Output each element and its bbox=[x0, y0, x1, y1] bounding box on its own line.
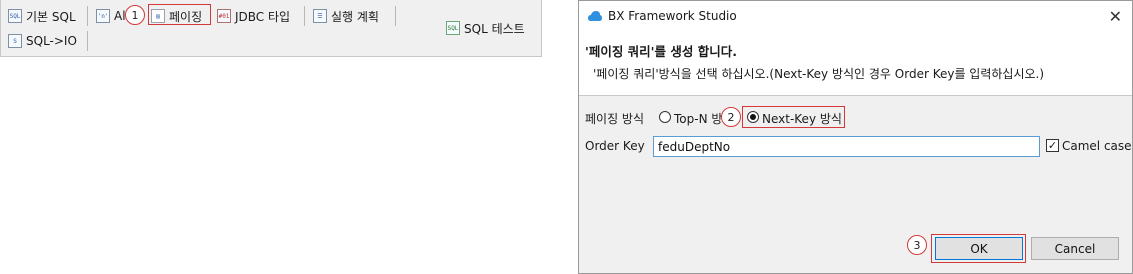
all-button[interactable]: 'n' Al bbox=[96, 5, 126, 27]
banner-description: '페이징 쿼리'방식을 선택 하십시오.(Next-Key 방식인 경우 Ord… bbox=[593, 67, 1045, 81]
sql-toolbar: SQL 기본 SQL 'n' Al 1 ▤ 페이징 #01 JDBC 타입 ☰ … bbox=[0, 0, 542, 57]
basic-sql-button[interactable]: SQL 기본 SQL bbox=[8, 5, 76, 27]
quote-icon: 'n' bbox=[96, 9, 110, 23]
step-2-marker: 2 bbox=[721, 107, 741, 127]
document-icon: ▤ bbox=[151, 9, 165, 23]
step-3-marker: 3 bbox=[907, 235, 927, 255]
sql-test-button[interactable]: SQL SQL 테스트 bbox=[446, 17, 525, 39]
sql-io-label: SQL->IO bbox=[26, 34, 77, 48]
dialog-title: BX Framework Studio bbox=[608, 9, 737, 23]
camel-case-label[interactable]: Camel case bbox=[1062, 139, 1132, 153]
all-label: Al bbox=[114, 9, 126, 23]
toolbar-separator bbox=[395, 6, 396, 26]
ok-button[interactable]: OK bbox=[935, 237, 1023, 260]
order-key-input[interactable] bbox=[653, 136, 1040, 157]
jdbc-type-label: JDBC 타입 bbox=[235, 9, 291, 24]
camel-case-checkbox[interactable]: ✓ bbox=[1046, 139, 1059, 152]
sql-test-label: SQL 테스트 bbox=[464, 21, 525, 36]
sql-io-button[interactable]: S SQL->IO bbox=[8, 30, 77, 52]
nextkey-label[interactable]: Next-Key 방식 bbox=[762, 110, 842, 127]
dialog-banner: '페이징 쿼리'를 생성 합니다. '페이징 쿼리'방식을 선택 하십시오.(N… bbox=[579, 32, 1132, 96]
step-1-marker: 1 bbox=[125, 5, 145, 25]
paging-method-label: 페이징 방식 bbox=[585, 112, 645, 126]
cancel-button[interactable]: Cancel bbox=[1031, 237, 1119, 260]
cloud-icon bbox=[588, 11, 602, 21]
toolbar-separator bbox=[87, 6, 88, 26]
topn-radio[interactable] bbox=[659, 111, 671, 123]
toolbar-separator bbox=[304, 6, 305, 26]
paging-label: 페이징 bbox=[169, 9, 203, 24]
paging-button[interactable]: ▤ 페이징 bbox=[151, 5, 202, 27]
basic-sql-label: 기본 SQL bbox=[26, 9, 76, 24]
nextkey-radio[interactable] bbox=[747, 111, 759, 123]
order-key-label: Order Key bbox=[585, 139, 645, 153]
paging-dialog: BX Framework Studio ✕ '페이징 쿼리'를 생성 합니다. … bbox=[578, 0, 1133, 274]
banner-title: '페이징 쿼리'를 생성 합니다. bbox=[585, 44, 737, 59]
dialog-titlebar: BX Framework Studio ✕ bbox=[579, 1, 1132, 32]
jdbc-type-button[interactable]: #01 JDBC 타입 bbox=[217, 5, 290, 27]
topn-label[interactable]: Top-N 방 bbox=[674, 110, 722, 127]
close-icon[interactable]: ✕ bbox=[1109, 7, 1122, 26]
exec-plan-label: 실행 계획 bbox=[331, 9, 379, 24]
toolbar-separator bbox=[87, 31, 88, 51]
sql-icon: SQL bbox=[8, 9, 22, 23]
jdbc-icon: #01 bbox=[217, 9, 231, 23]
plan-icon: ☰ bbox=[313, 9, 327, 23]
exec-plan-button[interactable]: ☰ 실행 계획 bbox=[313, 5, 379, 27]
sql-test-icon: SQL bbox=[446, 21, 460, 35]
sql-io-icon: S bbox=[8, 34, 22, 48]
